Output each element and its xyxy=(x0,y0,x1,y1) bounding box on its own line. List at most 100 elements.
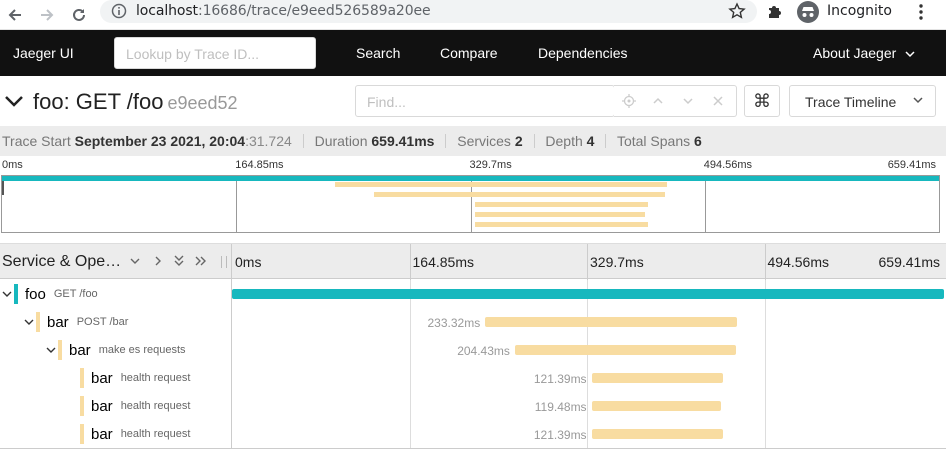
trace-start-date: September 23 2021, 20:04 xyxy=(74,133,246,149)
trace-id-lookup-input[interactable]: Lookup by Trace ID... xyxy=(114,37,316,69)
collapse-all-double-chevron-down-icon[interactable] xyxy=(172,253,186,274)
span-bar[interactable] xyxy=(591,429,723,439)
span-name-cell[interactable]: bar POST /bar xyxy=(22,308,128,336)
extensions-puzzle-icon[interactable] xyxy=(766,2,784,25)
trace-title: foo: GET /foo e9eed52 xyxy=(33,89,238,115)
span-rows: foo GET /foo bar POST /bar 233.32ms bar make e… xyxy=(0,280,946,448)
brand-link[interactable]: Jaeger UI xyxy=(13,45,74,61)
span-row[interactable]: bar health request 121.39ms xyxy=(0,364,946,392)
minimap-tick-label: 0ms xyxy=(2,159,23,171)
span-name-cell[interactable]: bar health request xyxy=(66,364,190,392)
nav-search[interactable]: Search xyxy=(356,45,400,61)
reload-icon[interactable] xyxy=(67,3,91,27)
span-collapse-chevron-icon[interactable] xyxy=(0,287,14,301)
about-jaeger-label: About Jaeger xyxy=(813,45,897,61)
span-duration-label: 204.43ms xyxy=(457,344,510,358)
operation-name: health request xyxy=(120,400,191,412)
timeline-tick-label: 494.56ms xyxy=(767,254,829,270)
timeline-tick-label: 329.7ms xyxy=(590,254,644,270)
browser-toolbar: localhost:16686/trace/e9eed526589a20ee I… xyxy=(0,0,946,30)
minimap-left-handle[interactable] xyxy=(2,181,4,195)
timeline-header: Service & Ope… 0ms 164.85ms 329.7ms 494.56m… xyxy=(0,243,946,280)
minimap-span-bar xyxy=(475,202,648,207)
service-name: bar xyxy=(91,425,113,443)
span-row[interactable]: bar POST /bar 233.32ms xyxy=(0,308,946,336)
keyboard-shortcuts-button[interactable]: ⌘ xyxy=(744,85,780,117)
incognito-icon[interactable] xyxy=(797,1,819,23)
about-jaeger-menu[interactable]: About Jaeger xyxy=(813,45,915,61)
operation-name: health request xyxy=(120,428,191,440)
total-spans-label: Total Spans xyxy=(616,133,691,149)
span-duration-label: 119.48ms xyxy=(534,400,587,414)
find-input[interactable]: Find... xyxy=(355,85,615,117)
minimap-ticks: 0ms 164.85ms 329.7ms 494.56ms 659.41ms xyxy=(0,156,946,174)
service-color-marker xyxy=(58,340,62,360)
chevron-down-icon xyxy=(913,97,923,104)
span-bar[interactable] xyxy=(514,345,736,355)
nav-compare[interactable]: Compare xyxy=(440,45,498,61)
collapse-one-chevron-down-icon[interactable] xyxy=(129,253,141,274)
collapse-header-chevron-icon[interactable] xyxy=(4,94,24,113)
duration-value: 659.41ms xyxy=(371,133,435,149)
expand-all-double-chevron-right-icon[interactable] xyxy=(194,253,208,274)
span-name-cell[interactable]: bar make es requests xyxy=(44,336,186,364)
depth-value: 4 xyxy=(586,133,595,149)
span-name-cell[interactable]: bar health request xyxy=(66,420,190,448)
expand-one-chevron-right-icon[interactable] xyxy=(152,253,164,274)
span-row[interactable]: bar health request 119.48ms xyxy=(0,392,946,420)
divider xyxy=(605,134,607,148)
minimap-tick-label: 659.41ms xyxy=(887,159,936,171)
span-collapse-chevron-icon[interactable] xyxy=(22,315,36,329)
total-spans-value: 6 xyxy=(694,133,702,149)
trace-name: foo: GET /foo xyxy=(33,89,164,114)
trace-minimap[interactable]: 0ms 164.85ms 329.7ms 494.56ms 659.41ms xyxy=(0,156,946,236)
site-info-icon[interactable] xyxy=(111,3,127,24)
minimap-gridline xyxy=(704,176,706,232)
timeline-header-gridline xyxy=(764,244,766,280)
clear-search-icon[interactable] xyxy=(712,94,724,112)
span-name-cell[interactable]: foo GET /foo xyxy=(0,280,98,308)
minimap-canvas[interactable] xyxy=(1,175,940,233)
duration-label: Duration xyxy=(314,133,368,149)
view-mode-select[interactable]: Trace Timeline xyxy=(789,85,936,117)
span-bar[interactable] xyxy=(485,317,738,327)
divider xyxy=(0,448,946,449)
view-mode-label: Trace Timeline xyxy=(805,94,897,110)
divider xyxy=(533,134,535,148)
address-bar[interactable]: localhost:16686/trace/e9eed526589a20ee xyxy=(100,0,757,23)
service-color-marker xyxy=(14,284,18,304)
span-row[interactable]: foo GET /foo xyxy=(0,280,946,308)
span-collapse-chevron-icon[interactable] xyxy=(44,343,58,357)
browser-menu-icon[interactable] xyxy=(913,3,929,26)
timeline-tick-label: 0ms xyxy=(235,254,262,270)
next-match-down-icon[interactable] xyxy=(682,94,694,112)
nav-dependencies[interactable]: Dependencies xyxy=(538,45,628,61)
span-name-cell[interactable]: bar health request xyxy=(66,392,190,420)
bookmark-star-icon[interactable] xyxy=(728,2,746,25)
trace-start-label: Trace Start xyxy=(2,133,71,149)
forward-icon[interactable] xyxy=(35,3,59,27)
span-bar[interactable] xyxy=(232,289,944,299)
incognito-label[interactable]: Incognito xyxy=(827,3,892,19)
trace-start-value: September 23 2021, 20:04:31.724 xyxy=(75,133,292,149)
service-color-marker xyxy=(80,396,84,416)
column-divider xyxy=(231,244,232,280)
trace-page-header: foo: GET /foo e9eed52 Find... ⌘ Trace Tim… xyxy=(0,76,946,126)
span-bar[interactable] xyxy=(591,401,721,411)
span-row[interactable]: bar health request 121.39ms xyxy=(0,420,946,448)
minimap-span-bar xyxy=(475,222,648,227)
minimap-gridline xyxy=(236,176,238,232)
depth-label: Depth xyxy=(545,133,583,149)
service-operation-column-title: Service & Ope… xyxy=(2,253,122,270)
column-resize-handle[interactable] xyxy=(221,256,227,268)
top-navigation: Jaeger UI Lookup by Trace ID... Search C… xyxy=(0,30,946,76)
locate-target-icon[interactable] xyxy=(622,94,636,113)
prev-match-up-icon[interactable] xyxy=(652,94,664,112)
back-icon[interactable] xyxy=(3,3,27,27)
span-bar[interactable] xyxy=(591,373,723,383)
operation-name: health request xyxy=(120,372,191,384)
span-row[interactable]: bar make es requests 204.43ms xyxy=(0,336,946,364)
minimap-tick-label: 329.7ms xyxy=(469,159,512,171)
operation-name: make es requests xyxy=(98,344,186,356)
minimap-span-bar xyxy=(335,182,667,187)
